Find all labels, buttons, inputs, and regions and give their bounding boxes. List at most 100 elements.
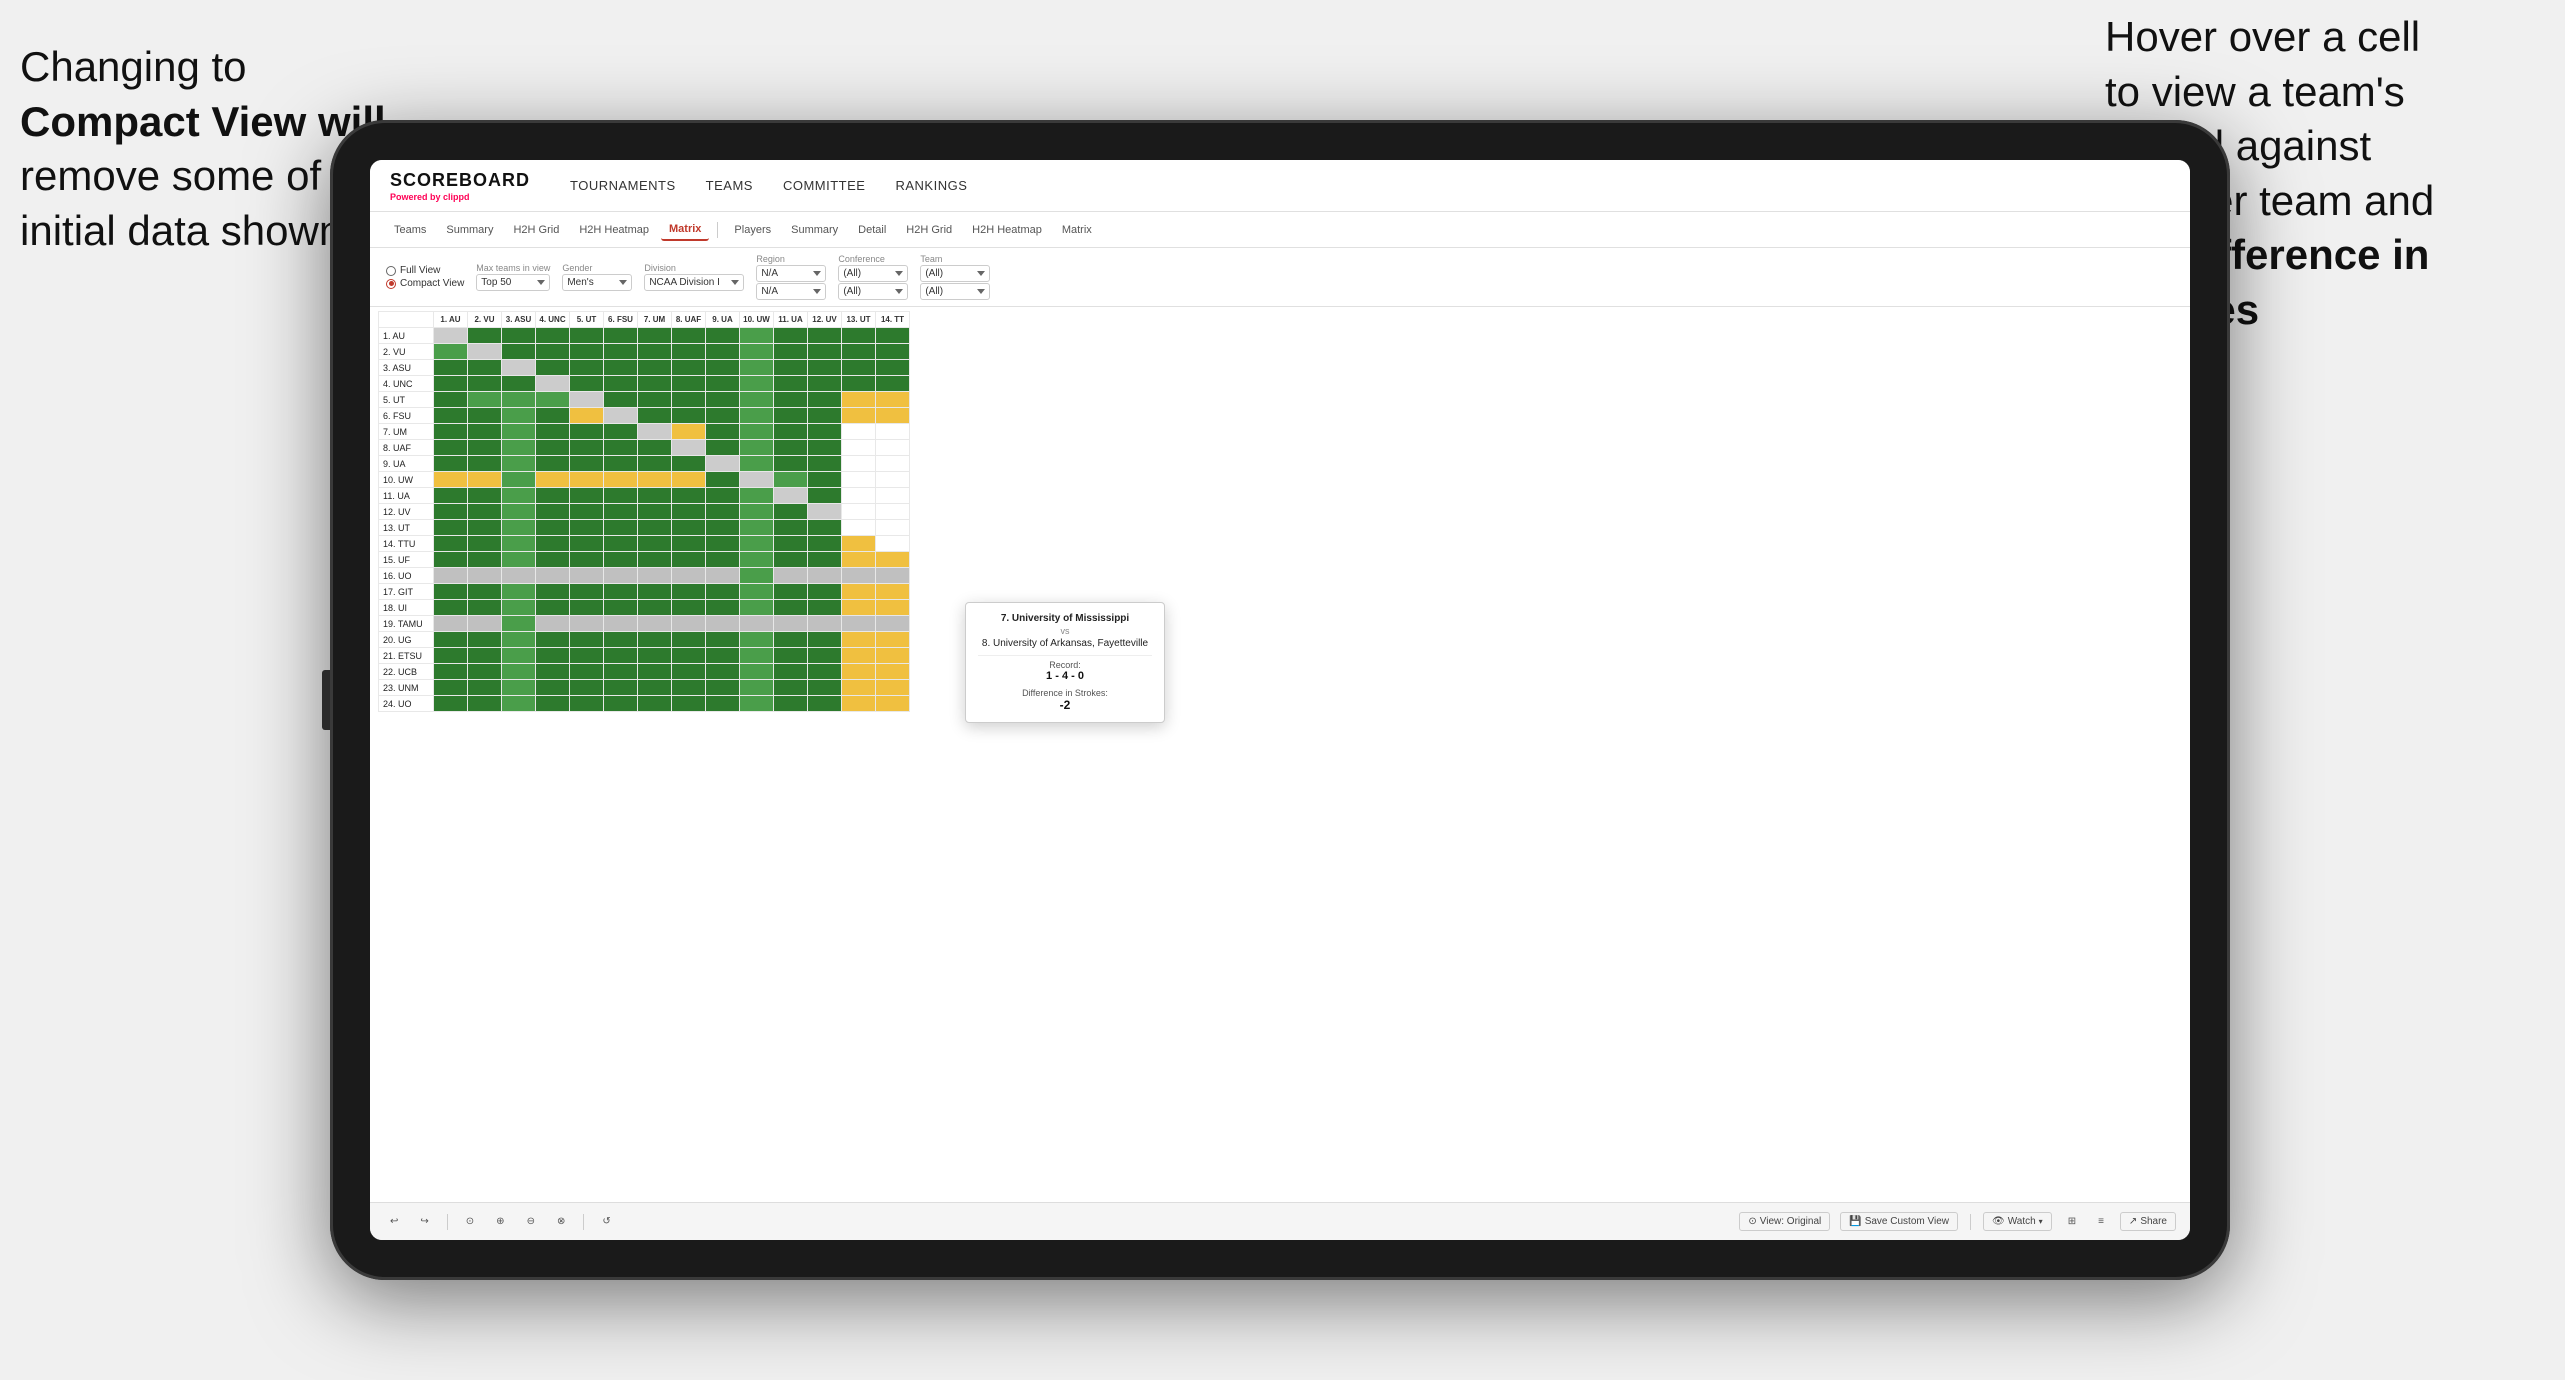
matrix-cell[interactable] <box>706 472 740 488</box>
matrix-cell[interactable] <box>502 328 536 344</box>
matrix-cell[interactable] <box>434 680 468 696</box>
matrix-cell[interactable] <box>502 648 536 664</box>
matrix-cell[interactable] <box>842 392 876 408</box>
matrix-cell[interactable] <box>842 408 876 424</box>
matrix-cell[interactable] <box>740 488 774 504</box>
conference-select-1[interactable]: (All) <box>838 265 908 282</box>
matrix-cell[interactable] <box>706 552 740 568</box>
matrix-cell[interactable] <box>570 344 604 360</box>
matrix-cell[interactable] <box>434 552 468 568</box>
matrix-cell[interactable] <box>502 504 536 520</box>
matrix-cell[interactable] <box>774 584 808 600</box>
matrix-cell[interactable] <box>876 616 910 632</box>
matrix-cell[interactable] <box>808 456 842 472</box>
matrix-cell[interactable] <box>502 376 536 392</box>
matrix-cell[interactable] <box>604 616 638 632</box>
matrix-cell[interactable] <box>468 584 502 600</box>
matrix-cell[interactable] <box>604 392 638 408</box>
matrix-cell[interactable] <box>434 696 468 712</box>
matrix-cell[interactable] <box>604 552 638 568</box>
matrix-cell[interactable] <box>434 424 468 440</box>
matrix-cell[interactable] <box>434 664 468 680</box>
matrix-cell[interactable] <box>774 648 808 664</box>
tab-matrix[interactable]: Matrix <box>661 219 709 241</box>
matrix-cell[interactable] <box>740 552 774 568</box>
matrix-cell[interactable] <box>808 568 842 584</box>
matrix-cell[interactable] <box>536 424 570 440</box>
full-view-radio[interactable]: Full View <box>386 265 464 276</box>
matrix-cell[interactable] <box>468 424 502 440</box>
matrix-cell[interactable] <box>570 584 604 600</box>
matrix-cell[interactable] <box>638 488 672 504</box>
matrix-cell[interactable] <box>808 664 842 680</box>
nav-tournaments[interactable]: TOURNAMENTS <box>570 174 676 197</box>
matrix-cell[interactable] <box>638 376 672 392</box>
matrix-cell[interactable] <box>876 520 910 536</box>
matrix-cell[interactable] <box>672 648 706 664</box>
matrix-cell[interactable] <box>468 376 502 392</box>
matrix-cell[interactable] <box>536 616 570 632</box>
matrix-cell[interactable] <box>808 488 842 504</box>
matrix-cell[interactable] <box>570 488 604 504</box>
matrix-cell[interactable] <box>842 520 876 536</box>
matrix-cell[interactable] <box>536 696 570 712</box>
matrix-cell[interactable] <box>842 696 876 712</box>
matrix-cell[interactable] <box>876 504 910 520</box>
matrix-cell[interactable] <box>468 648 502 664</box>
matrix-cell[interactable] <box>842 328 876 344</box>
matrix-cell[interactable] <box>638 344 672 360</box>
matrix-cell[interactable] <box>774 680 808 696</box>
matrix-cell[interactable] <box>876 328 910 344</box>
matrix-cell[interactable] <box>774 600 808 616</box>
matrix-cell[interactable] <box>808 376 842 392</box>
matrix-cell[interactable] <box>604 536 638 552</box>
matrix-cell[interactable] <box>774 664 808 680</box>
matrix-cell[interactable] <box>740 664 774 680</box>
matrix-cell[interactable] <box>706 520 740 536</box>
matrix-cell[interactable] <box>808 440 842 456</box>
toolbar-icon-1[interactable]: ⊙ <box>460 1213 480 1230</box>
toolbar-icon-grid[interactable]: ⊞ <box>2062 1213 2082 1230</box>
matrix-cell[interactable] <box>604 344 638 360</box>
matrix-cell[interactable] <box>638 408 672 424</box>
matrix-cell[interactable] <box>706 392 740 408</box>
tab-players-matrix[interactable]: Matrix <box>1054 220 1100 240</box>
matrix-cell[interactable] <box>706 568 740 584</box>
matrix-cell[interactable] <box>536 488 570 504</box>
matrix-cell[interactable] <box>570 408 604 424</box>
matrix-cell[interactable] <box>876 584 910 600</box>
matrix-cell[interactable] <box>808 360 842 376</box>
matrix-cell[interactable] <box>774 504 808 520</box>
matrix-cell[interactable] <box>672 488 706 504</box>
matrix-cell[interactable] <box>740 344 774 360</box>
matrix-cell[interactable] <box>468 488 502 504</box>
region-select-2[interactable]: N/A <box>756 283 826 300</box>
matrix-cell[interactable] <box>808 584 842 600</box>
matrix-cell[interactable] <box>808 520 842 536</box>
matrix-cell[interactable] <box>638 392 672 408</box>
matrix-cell[interactable] <box>536 568 570 584</box>
matrix-cell[interactable] <box>434 392 468 408</box>
matrix-cell[interactable] <box>672 680 706 696</box>
matrix-cell[interactable] <box>638 520 672 536</box>
matrix-cell[interactable] <box>434 456 468 472</box>
matrix-cell[interactable] <box>706 408 740 424</box>
matrix-cell[interactable] <box>502 472 536 488</box>
max-teams-select[interactable]: Top 50 <box>476 274 550 291</box>
matrix-cell[interactable] <box>842 360 876 376</box>
matrix-cell[interactable] <box>672 584 706 600</box>
matrix-cell[interactable] <box>604 376 638 392</box>
matrix-cell[interactable] <box>876 600 910 616</box>
tab-summary[interactable]: Summary <box>438 220 501 240</box>
matrix-cell[interactable] <box>570 632 604 648</box>
matrix-cell[interactable] <box>876 552 910 568</box>
matrix-cell[interactable] <box>672 328 706 344</box>
matrix-cell[interactable] <box>706 600 740 616</box>
matrix-cell[interactable] <box>774 328 808 344</box>
matrix-cell[interactable] <box>604 632 638 648</box>
division-select[interactable]: NCAA Division I <box>644 274 744 291</box>
matrix-cell[interactable] <box>876 568 910 584</box>
share-button[interactable]: ↗ Share <box>2120 1212 2176 1231</box>
matrix-cell[interactable] <box>672 696 706 712</box>
matrix-cell[interactable] <box>774 568 808 584</box>
